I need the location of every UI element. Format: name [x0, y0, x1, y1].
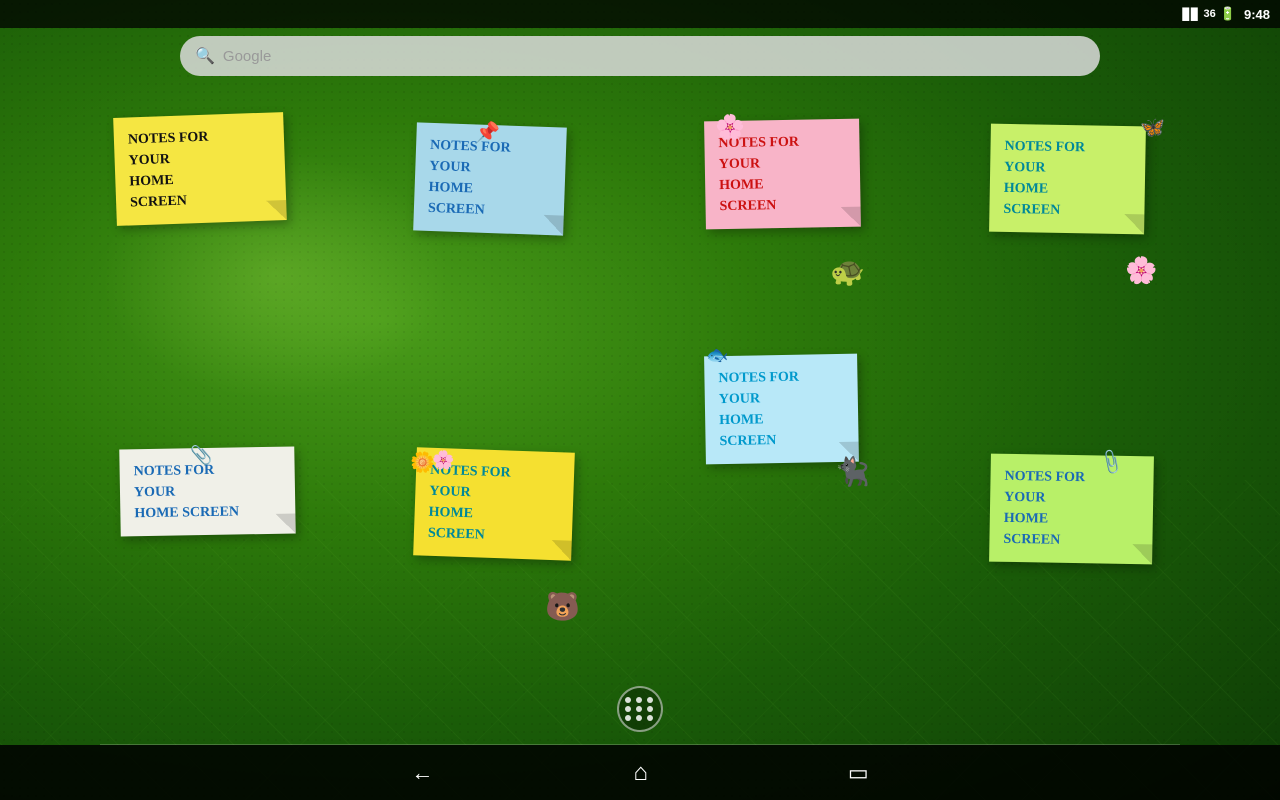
pin-red: 📌: [475, 120, 500, 145]
flower-pink-sticker2: 🌸: [432, 450, 454, 471]
recents-button[interactable]: ▭: [848, 760, 869, 786]
cat-sticker: 🐈‍⬛: [835, 455, 870, 488]
note-3-text: NOTES FORYOURHOMESCREEN: [718, 131, 846, 217]
home-button[interactable]: ⌂: [633, 759, 648, 787]
nav-bar: ← ⌂ ▭: [0, 745, 1280, 800]
search-icon: 🔍: [195, 46, 215, 66]
flower-sticker-2: 🌸: [1125, 255, 1157, 286]
sticky-note-8[interactable]: NOTES FORYOURHOMESCREEN: [989, 454, 1154, 565]
note-7-text: NOTES FORYOURHOMESCREEN: [718, 366, 844, 452]
search-bar[interactable]: 🔍 Google: [180, 36, 1100, 76]
search-placeholder: Google: [223, 48, 271, 65]
app-drawer-button[interactable]: [617, 686, 663, 732]
note-2-text: NOTES FORYOURHOMESCREEN: [428, 135, 553, 223]
sticky-note-7[interactable]: NOTES FORYOURHOMESCREEN: [704, 354, 859, 465]
signal-icon: ▊▊: [1183, 8, 1200, 21]
status-icons: ▊▊ 36 🔋 9:48: [1183, 6, 1270, 22]
dots-grid: [625, 697, 655, 721]
note-4-text: NOTES FORYOURHOMESCREEN: [1003, 136, 1131, 222]
time-display: 9:48: [1244, 7, 1270, 22]
flower-pink-sticker: 🌸: [715, 113, 745, 142]
back-button[interactable]: ←: [411, 760, 433, 786]
clip-sticker-1: 📎: [190, 445, 212, 466]
signal-label: 36: [1204, 8, 1216, 20]
status-bar: ▊▊ 36 🔋 9:48: [0, 0, 1280, 28]
turtle-sticker: 🐢: [830, 255, 865, 288]
note-8-text: NOTES FORYOURHOMESCREEN: [1003, 466, 1139, 552]
sticky-note-1[interactable]: NOTES FORYOURHOMESCREEN: [113, 112, 287, 226]
note-6-text: NOTES FORYOURHOMESCREEN: [428, 460, 561, 548]
fishbone-sticker: 🐟: [706, 345, 728, 366]
note-1-text: NOTES FORYOURHOMESCREEN: [128, 125, 273, 214]
bear-sticker: 🐻: [545, 590, 580, 623]
battery-icon: 🔋: [1220, 6, 1236, 22]
sticky-note-4[interactable]: NOTES FORYOURHOMESCREEN: [989, 124, 1146, 235]
butterfly-sticker: 🦋: [1140, 115, 1165, 140]
note-5-text: NOTES FORYOURHOME SCREEN: [133, 459, 281, 525]
